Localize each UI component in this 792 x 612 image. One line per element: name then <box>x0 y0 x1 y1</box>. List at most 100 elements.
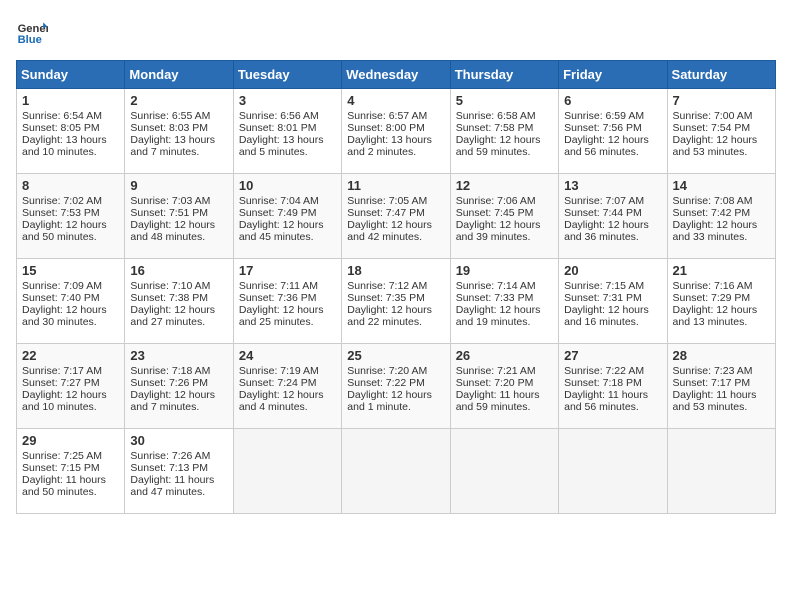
day-number: 27 <box>564 348 661 363</box>
day-number: 3 <box>239 93 336 108</box>
daylight: Daylight: 12 hours and 50 minutes. <box>22 219 107 243</box>
day-number: 23 <box>130 348 227 363</box>
empty-cell <box>450 429 558 514</box>
sunrise: Sunrise: 6:56 AM <box>239 110 319 122</box>
calendar-day-3: 3Sunrise: 6:56 AMSunset: 8:01 PMDaylight… <box>233 89 341 174</box>
sunrise: Sunrise: 7:16 AM <box>673 280 753 292</box>
day-number: 8 <box>22 178 119 193</box>
sunset: Sunset: 7:27 PM <box>22 377 100 389</box>
sunrise: Sunrise: 7:14 AM <box>456 280 536 292</box>
day-number: 16 <box>130 263 227 278</box>
sunrise: Sunrise: 7:26 AM <box>130 450 210 462</box>
daylight: Daylight: 11 hours and 50 minutes. <box>22 474 106 498</box>
calendar-day-9: 9Sunrise: 7:03 AMSunset: 7:51 PMDaylight… <box>125 174 233 259</box>
day-number: 6 <box>564 93 661 108</box>
sunrise: Sunrise: 7:25 AM <box>22 450 102 462</box>
day-number: 11 <box>347 178 444 193</box>
day-number: 30 <box>130 433 227 448</box>
calendar-day-12: 12Sunrise: 7:06 AMSunset: 7:45 PMDayligh… <box>450 174 558 259</box>
day-number: 28 <box>673 348 770 363</box>
calendar-day-7: 7Sunrise: 7:00 AMSunset: 7:54 PMDaylight… <box>667 89 775 174</box>
sunset: Sunset: 7:53 PM <box>22 207 100 219</box>
header-thursday: Thursday <box>450 61 558 89</box>
calendar-day-25: 25Sunrise: 7:20 AMSunset: 7:22 PMDayligh… <box>342 344 450 429</box>
header-friday: Friday <box>559 61 667 89</box>
sunset: Sunset: 7:44 PM <box>564 207 642 219</box>
daylight: Daylight: 12 hours and 27 minutes. <box>130 304 215 328</box>
daylight: Daylight: 12 hours and 56 minutes. <box>564 134 649 158</box>
day-number: 4 <box>347 93 444 108</box>
day-number: 10 <box>239 178 336 193</box>
daylight: Daylight: 12 hours and 59 minutes. <box>456 134 541 158</box>
daylight: Daylight: 13 hours and 2 minutes. <box>347 134 432 158</box>
day-number: 1 <box>22 93 119 108</box>
calendar-day-4: 4Sunrise: 6:57 AMSunset: 8:00 PMDaylight… <box>342 89 450 174</box>
calendar-day-22: 22Sunrise: 7:17 AMSunset: 7:27 PMDayligh… <box>17 344 125 429</box>
sunset: Sunset: 7:31 PM <box>564 292 642 304</box>
calendar-day-18: 18Sunrise: 7:12 AMSunset: 7:35 PMDayligh… <box>342 259 450 344</box>
day-number: 12 <box>456 178 553 193</box>
daylight: Daylight: 12 hours and 42 minutes. <box>347 219 432 243</box>
calendar-week-4: 29Sunrise: 7:25 AMSunset: 7:15 PMDayligh… <box>17 429 776 514</box>
calendar-day-20: 20Sunrise: 7:15 AMSunset: 7:31 PMDayligh… <box>559 259 667 344</box>
sunrise: Sunrise: 7:00 AM <box>673 110 753 122</box>
sunrise: Sunrise: 7:19 AM <box>239 365 319 377</box>
day-number: 25 <box>347 348 444 363</box>
day-number: 19 <box>456 263 553 278</box>
sunset: Sunset: 7:33 PM <box>456 292 534 304</box>
daylight: Daylight: 11 hours and 47 minutes. <box>130 474 214 498</box>
sunrise: Sunrise: 6:55 AM <box>130 110 210 122</box>
daylight: Daylight: 12 hours and 4 minutes. <box>239 389 324 413</box>
daylight: Daylight: 12 hours and 19 minutes. <box>456 304 541 328</box>
sunrise: Sunrise: 7:15 AM <box>564 280 644 292</box>
calendar-day-15: 15Sunrise: 7:09 AMSunset: 7:40 PMDayligh… <box>17 259 125 344</box>
calendar-week-0: 1Sunrise: 6:54 AMSunset: 8:05 PMDaylight… <box>17 89 776 174</box>
calendar-day-8: 8 Sunrise: 7:02 AMSunset: 7:53 PMDaylight… <box>17 174 125 259</box>
sunset: Sunset: 7:56 PM <box>564 122 642 134</box>
daylight: Daylight: 12 hours and 25 minutes. <box>239 304 324 328</box>
day-number: 21 <box>673 263 770 278</box>
day-number: 29 <box>22 433 119 448</box>
sunrise: Sunrise: 7:08 AM <box>673 195 753 207</box>
daylight: Daylight: 12 hours and 39 minutes. <box>456 219 541 243</box>
sunrise: Sunrise: 6:59 AM <box>564 110 644 122</box>
sunrise: Sunrise: 7:04 AM <box>239 195 319 207</box>
day-number: 22 <box>22 348 119 363</box>
daylight: Daylight: 12 hours and 7 minutes. <box>130 389 215 413</box>
calendar-day-30: 30Sunrise: 7:26 AMSunset: 7:13 PMDayligh… <box>125 429 233 514</box>
daylight: Daylight: 11 hours and 59 minutes. <box>456 389 540 413</box>
sunrise: Sunrise: 7:09 AM <box>22 280 102 292</box>
sunset: Sunset: 7:42 PM <box>673 207 751 219</box>
sunset: Sunset: 7:51 PM <box>130 207 208 219</box>
sunrise: Sunrise: 7:05 AM <box>347 195 427 207</box>
daylight: Daylight: 12 hours and 45 minutes. <box>239 219 324 243</box>
day-number: 9 <box>130 178 227 193</box>
sunset: Sunset: 7:47 PM <box>347 207 425 219</box>
daylight: Daylight: 12 hours and 13 minutes. <box>673 304 758 328</box>
calendar-day-2: 2Sunrise: 6:55 AMSunset: 8:03 PMDaylight… <box>125 89 233 174</box>
sunset: Sunset: 7:18 PM <box>564 377 642 389</box>
sunset: Sunset: 8:00 PM <box>347 122 425 134</box>
sunset: Sunset: 7:36 PM <box>239 292 317 304</box>
sunset: Sunset: 7:38 PM <box>130 292 208 304</box>
daylight: Daylight: 12 hours and 1 minute. <box>347 389 432 413</box>
calendar-day-11: 11 Sunrise: 7:05 AMSunset: 7:47 PMDayligh… <box>342 174 450 259</box>
sunrise: Sunrise: 7:23 AM <box>673 365 753 377</box>
calendar-week-3: 22Sunrise: 7:17 AMSunset: 7:27 PMDayligh… <box>17 344 776 429</box>
calendar-day-23: 23Sunrise: 7:18 AMSunset: 7:26 PMDayligh… <box>125 344 233 429</box>
sunrise: Sunrise: 7:12 AM <box>347 280 427 292</box>
daylight: Daylight: 12 hours and 30 minutes. <box>22 304 107 328</box>
header-sunday: Sunday <box>17 61 125 89</box>
logo: General Blue <box>16 16 48 48</box>
header-monday: Monday <box>125 61 233 89</box>
logo-icon: General Blue <box>16 16 48 48</box>
day-number: 26 <box>456 348 553 363</box>
day-number: 15 <box>22 263 119 278</box>
day-number: 24 <box>239 348 336 363</box>
calendar-day-14: 14Sunrise: 7:08 AMSunset: 7:42 PMDayligh… <box>667 174 775 259</box>
sunrise: Sunrise: 7:18 AM <box>130 365 210 377</box>
sunrise: Sunrise: 7:02 AM <box>22 195 102 207</box>
calendar-day-29: 29Sunrise: 7:25 AMSunset: 7:15 PMDayligh… <box>17 429 125 514</box>
calendar-day-17: 17Sunrise: 7:11 AMSunset: 7:36 PMDayligh… <box>233 259 341 344</box>
calendar-day-19: 19 Sunrise: 7:14 AMSunset: 7:33 PMDayligh… <box>450 259 558 344</box>
